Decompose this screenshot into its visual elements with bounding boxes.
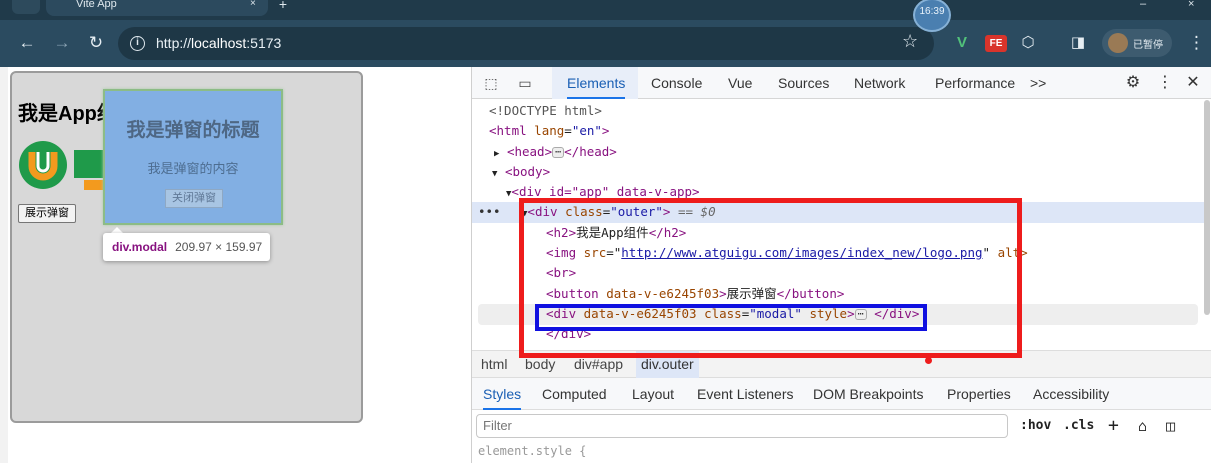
tab-console[interactable]: Console (651, 67, 702, 99)
tab-computed[interactable]: Computed (542, 378, 607, 410)
tab-accessibility[interactable]: Accessibility (1033, 378, 1109, 410)
toggle-sidebar-icon[interactable]: ◫ (1166, 415, 1175, 437)
hov-toggle[interactable]: :hov (1020, 415, 1051, 437)
element-style-rule: element.style { (478, 444, 587, 458)
page-left-edge (0, 67, 8, 463)
collapse-triangle-icon: ▼ (492, 169, 498, 179)
modal-content: 我是弹窗的内容 (147, 161, 239, 176)
tab-event-listeners[interactable]: Event Listeners (697, 378, 794, 410)
more-tabs-button[interactable]: >> (1030, 67, 1046, 99)
annotation-red-rectangle (519, 198, 1022, 358)
tab-sources[interactable]: Sources (778, 67, 829, 99)
devtools-tab-bar: ⬚ ▭ Elements Console Vue Sources Network… (472, 67, 1211, 99)
device-toolbar-icon[interactable]: ▭ (514, 73, 536, 93)
tab-vue[interactable]: Vue (728, 67, 752, 99)
window-close-button[interactable]: × (1188, 0, 1194, 10)
annotation-blue-rectangle (535, 304, 927, 331)
styles-tab-bar: Styles Computed Layout Event Listeners D… (472, 378, 1211, 410)
tab-layout[interactable]: Layout (632, 378, 674, 410)
doctype-node[interactable]: <!DOCTYPE html> (489, 101, 602, 121)
tab-close-icon[interactable]: × (250, 0, 260, 9)
url-text[interactable]: http://localhost:5173 (156, 35, 281, 51)
modal-dialog: 我是弹窗的标题 我是弹窗的内容 关闭弹窗 (103, 89, 283, 225)
tab-styles[interactable]: Styles (483, 378, 522, 410)
head-node[interactable]: ▶ <head> ⋯ </head> (494, 142, 617, 162)
inspect-element-icon[interactable]: ⬚ (480, 73, 502, 93)
cls-toggle[interactable]: .cls (1063, 415, 1094, 437)
settings-gear-icon[interactable]: ⚙ (1122, 72, 1144, 94)
vue-devtools-extension-icon[interactable]: V (952, 31, 972, 55)
tab-dom-breakpoints[interactable]: DOM Breakpoints (813, 378, 923, 410)
tooltip-tag: div.modal (112, 240, 168, 254)
bookmark-star-icon[interactable]: ☆ (902, 31, 918, 52)
site-info-icon[interactable]: i (130, 36, 145, 51)
tab-title: Vite App (76, 0, 117, 10)
new-style-rule-icon[interactable]: + (1108, 415, 1119, 437)
forward-button[interactable]: → (49, 30, 75, 56)
tab-network[interactable]: Network (854, 67, 905, 99)
devtools-menu-icon[interactable]: ⋮ (1154, 72, 1176, 94)
tab-elements[interactable]: Elements (567, 67, 626, 99)
back-button[interactable]: ← (14, 30, 40, 56)
browser-tab[interactable]: Vite App × (46, 0, 268, 16)
close-devtools-icon[interactable]: ✕ (1182, 72, 1204, 94)
browser-tab-strip: Vite App × + – × (0, 0, 1211, 20)
window-minimize-button[interactable]: – (1140, 0, 1146, 10)
annotation-red-dot (925, 357, 932, 364)
address-bar[interactable]: i http://localhost:5173 ☆ (118, 27, 934, 60)
browser-menu-icon[interactable]: ⋮ (1188, 30, 1205, 56)
modal-title: 我是弹窗的标题 (126, 120, 260, 141)
tab-search-button[interactable] (12, 0, 40, 14)
extensions-puzzle-icon[interactable]: ⬡ (1017, 31, 1039, 55)
row-actions-dots[interactable]: ••• (478, 202, 501, 222)
tab-performance[interactable]: Performance (935, 67, 1015, 99)
avatar (1108, 33, 1128, 53)
dom-tree-scrollbar[interactable] (1204, 100, 1210, 315)
side-panel-icon[interactable]: ◨ (1068, 31, 1088, 55)
body-node[interactable]: ▼ <body> (492, 162, 550, 182)
reload-button[interactable]: ↻ (83, 30, 109, 56)
paint-brush-icon[interactable]: ⌂ (1138, 415, 1147, 437)
styles-filter-input[interactable]: Filter (476, 414, 1008, 438)
breadcrumb-html[interactable]: html (476, 351, 512, 378)
show-modal-button[interactable]: 展示弹窗 (18, 204, 76, 223)
atguigu-logo (19, 141, 104, 190)
profile-status-label: 已暂停 (1133, 40, 1163, 51)
tab-properties[interactable]: Properties (947, 378, 1011, 410)
expand-triangle-icon: ▶ (494, 149, 500, 159)
screen: Vite App × + – × ← → ↻ i http://localhos… (0, 0, 1211, 463)
new-tab-button[interactable]: + (272, 0, 294, 12)
profile-button[interactable]: 已暂停 (1102, 29, 1172, 57)
fe-helper-extension-icon[interactable]: FE (985, 35, 1007, 52)
inspect-tooltip: div.modal 209.97 × 159.97 (103, 233, 270, 261)
browser-toolbar: ← → ↻ i http://localhost:5173 ☆ V FE ⬡ ◨… (0, 20, 1211, 67)
close-modal-button[interactable]: 关闭弹窗 (165, 189, 223, 208)
html-node[interactable]: <html lang="en"> (489, 121, 609, 141)
tooltip-size: 209.97 × 159.97 (175, 240, 263, 254)
